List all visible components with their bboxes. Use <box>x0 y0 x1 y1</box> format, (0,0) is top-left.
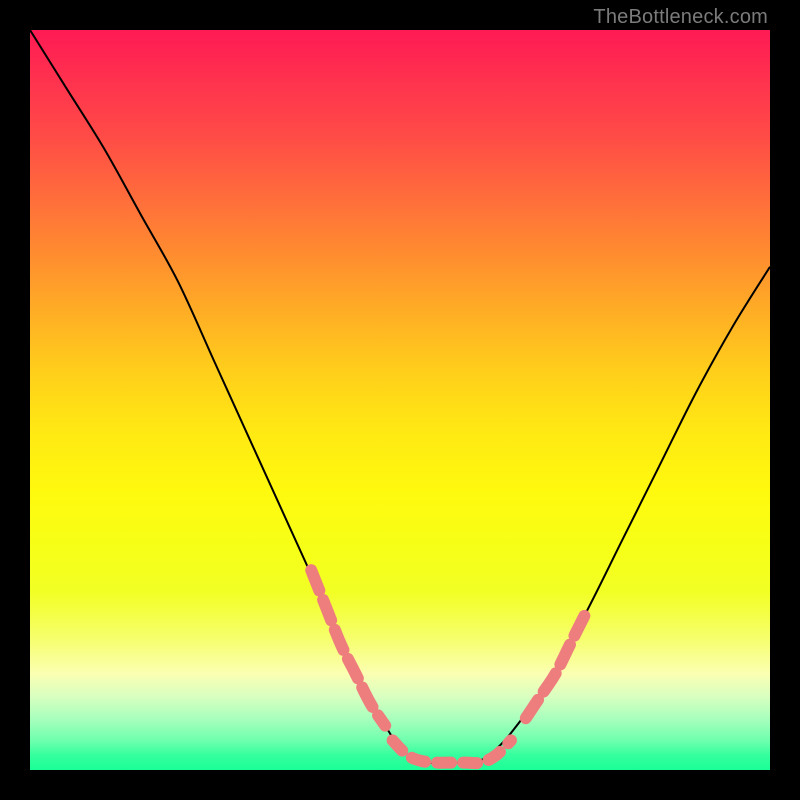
plot-area <box>30 30 770 770</box>
series-right-highlight <box>526 615 585 719</box>
series-bottom-highlight <box>393 740 511 763</box>
series-left-highlight <box>311 570 385 725</box>
series-curve <box>30 30 770 763</box>
chart-svg <box>30 30 770 770</box>
chart-frame: TheBottleneck.com <box>0 0 800 800</box>
watermark-text: TheBottleneck.com <box>593 6 768 29</box>
